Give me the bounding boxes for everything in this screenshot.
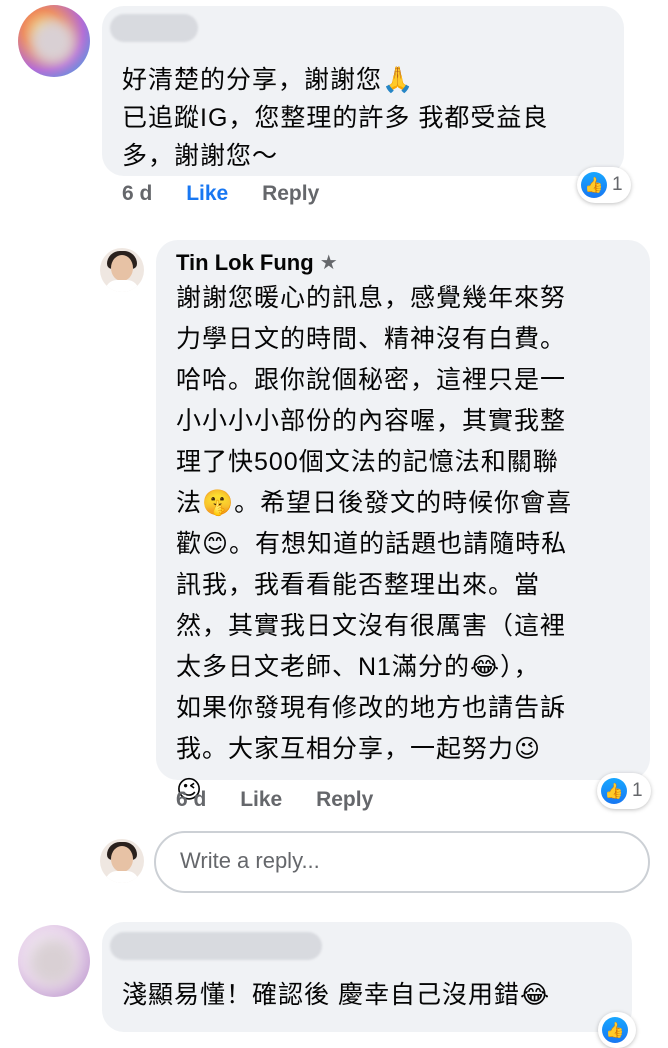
commenter-avatar[interactable]: [18, 925, 90, 997]
reply-composer[interactable]: [154, 831, 650, 893]
reaction-count: 1: [632, 780, 643, 801]
comment-bubble: 淺顯易懂！確認後 慶幸自己沒用錯😂: [102, 922, 632, 1032]
author-name[interactable]: Tin Lok Fung: [176, 250, 314, 275]
author-avatar[interactable]: [100, 248, 144, 292]
pin-star-icon: ★: [319, 252, 338, 274]
commenter-name-redacted[interactable]: [110, 932, 322, 960]
reply-button[interactable]: Reply: [262, 182, 319, 205]
reply-line: 太多日文老師、N1滿分的😂），: [176, 653, 540, 681]
reply-line: 法🤫。希望日後發文的時候你會喜: [176, 489, 573, 517]
reply-text: 謝謝您暖心的訊息，感覺幾年來努 力學日文的時間、精神沒有白費。 哈哈。跟你說個秘…: [176, 278, 636, 811]
comment-line: 淺顯易懂！確認後 慶幸自己沒用錯😂: [122, 981, 551, 1009]
reply-line: 謝謝您暖心的訊息，感覺幾年來努: [176, 284, 567, 312]
like-reaction-icon: 👍: [581, 172, 607, 198]
reaction-summary[interactable]: 👍 1: [577, 167, 631, 203]
reply-line: 如果你發現有修改的地方也請告訴: [176, 694, 567, 722]
reply-line: 訊我，我看看能否整理出來。當: [176, 571, 541, 599]
reply-age: 6 d: [176, 788, 207, 811]
commenter-name-redacted[interactable]: [110, 14, 198, 42]
comment-line: 多，謝謝您～: [122, 142, 279, 170]
reaction-summary[interactable]: 👍: [598, 1012, 636, 1048]
commenter-avatar[interactable]: [18, 5, 90, 77]
current-user-avatar: [100, 839, 144, 883]
comment-text: 淺顯易懂！確認後 慶幸自己沒用錯😂: [122, 976, 622, 1014]
reaction-summary[interactable]: 👍 1: [597, 773, 651, 809]
reply-line: 歡😊。有想知道的話題也請隨時私: [176, 530, 568, 558]
reply-line: 力學日文的時間、精神沒有白費。: [176, 325, 567, 353]
reply-bubble: Tin Lok Fung ★ 謝謝您暖心的訊息，感覺幾年來努 力學日文的時間、精神…: [156, 240, 650, 804]
comment-age: 6 d: [122, 182, 153, 205]
reply-line: 理了快500個文法的記憶法和關聯: [176, 448, 559, 476]
like-reaction-icon: 👍: [601, 778, 627, 804]
reaction-count: 1: [612, 174, 623, 195]
reply-line: 然，其實我日文沒有很厲害（這裡: [176, 612, 567, 640]
comment-text: 好清楚的分享，謝謝您🙏 已追蹤IG，您整理的許多 我都受益良 多，謝謝您～: [122, 61, 612, 175]
reply-line: 我。大家互相分享，一起努力😉: [176, 735, 542, 763]
reply-actions: 6 d Like Reply: [176, 788, 401, 812]
reply-button[interactable]: Reply: [316, 788, 373, 811]
reply-line: 小小小小部份的內容喔，其實我整: [176, 407, 567, 435]
comment-actions: 6 d Like Reply: [122, 182, 347, 206]
reply-input[interactable]: [178, 847, 622, 875]
like-reaction-icon: 👍: [602, 1017, 628, 1043]
like-button[interactable]: Like: [240, 788, 282, 811]
comment-line: 已追蹤IG，您整理的許多 我都受益良: [122, 104, 549, 132]
comment-line: 好清楚的分享，謝謝您🙏: [122, 66, 415, 94]
comment-bubble: 好清楚的分享，謝謝您🙏 已追蹤IG，您整理的許多 我都受益良 多，謝謝您～: [102, 6, 624, 176]
reply-author[interactable]: Tin Lok Fung ★: [176, 250, 338, 276]
like-button[interactable]: Like: [186, 182, 228, 205]
reply-line: 哈哈。跟你說個秘密，這裡只是一: [176, 366, 567, 394]
